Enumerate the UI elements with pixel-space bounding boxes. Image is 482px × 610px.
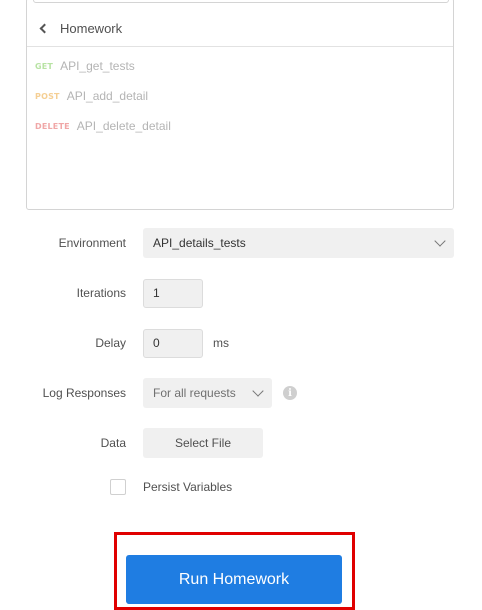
- request-item-post[interactable]: POST API_add_detail: [27, 81, 453, 111]
- environment-select[interactable]: API_details_tests: [143, 228, 454, 258]
- delay-unit: ms: [213, 336, 229, 350]
- iterations-input[interactable]: 1: [143, 278, 203, 308]
- collection-runner: Homework GET API_get_tests POST API_add_…: [0, 0, 482, 610]
- method-badge-delete: DELETE: [35, 121, 70, 131]
- persist-variables-checkbox[interactable]: [110, 479, 126, 495]
- chevron-down-icon: [252, 385, 264, 397]
- search-input[interactable]: [33, 0, 449, 3]
- info-icon[interactable]: i: [283, 386, 297, 400]
- log-responses-label: Log Responses: [42, 386, 126, 400]
- request-item-get[interactable]: GET API_get_tests: [27, 51, 453, 81]
- request-name: API_get_tests: [60, 59, 135, 73]
- delay-label: Delay: [95, 336, 126, 350]
- delay-row: Delay 0 ms: [0, 328, 482, 358]
- collection-back-header[interactable]: Homework: [27, 11, 453, 47]
- environment-label: Environment: [58, 236, 126, 250]
- request-list: GET API_get_tests POST API_add_detail DE…: [27, 51, 453, 141]
- request-item-delete[interactable]: DELETE API_delete_detail: [27, 111, 453, 141]
- method-badge-get: GET: [35, 61, 54, 71]
- data-row: Data Select File: [0, 428, 482, 458]
- select-file-button[interactable]: Select File: [143, 428, 263, 458]
- environment-row: Environment API_details_tests: [0, 228, 482, 258]
- persist-variables-label: Persist Variables: [143, 480, 233, 494]
- method-badge-post: POST: [35, 91, 60, 101]
- environment-value: API_details_tests: [153, 236, 246, 250]
- delay-input[interactable]: 0: [143, 328, 203, 358]
- chevron-down-icon: [434, 235, 446, 247]
- request-name: API_add_detail: [66, 89, 149, 103]
- data-label: Data: [100, 436, 126, 450]
- request-name: API_delete_detail: [76, 119, 171, 133]
- log-responses-select[interactable]: For all requests: [143, 378, 272, 408]
- chevron-left-icon[interactable]: [39, 23, 50, 34]
- iterations-label: Iterations: [76, 286, 126, 300]
- log-responses-value: For all requests: [153, 386, 236, 400]
- collection-panel: Homework GET API_get_tests POST API_add_…: [26, 0, 454, 210]
- run-collection-button[interactable]: Run Homework: [126, 555, 342, 604]
- iterations-row: Iterations 1: [0, 278, 482, 308]
- collection-title: Homework: [60, 21, 123, 36]
- log-responses-row: Log Responses For all requests i: [0, 378, 482, 408]
